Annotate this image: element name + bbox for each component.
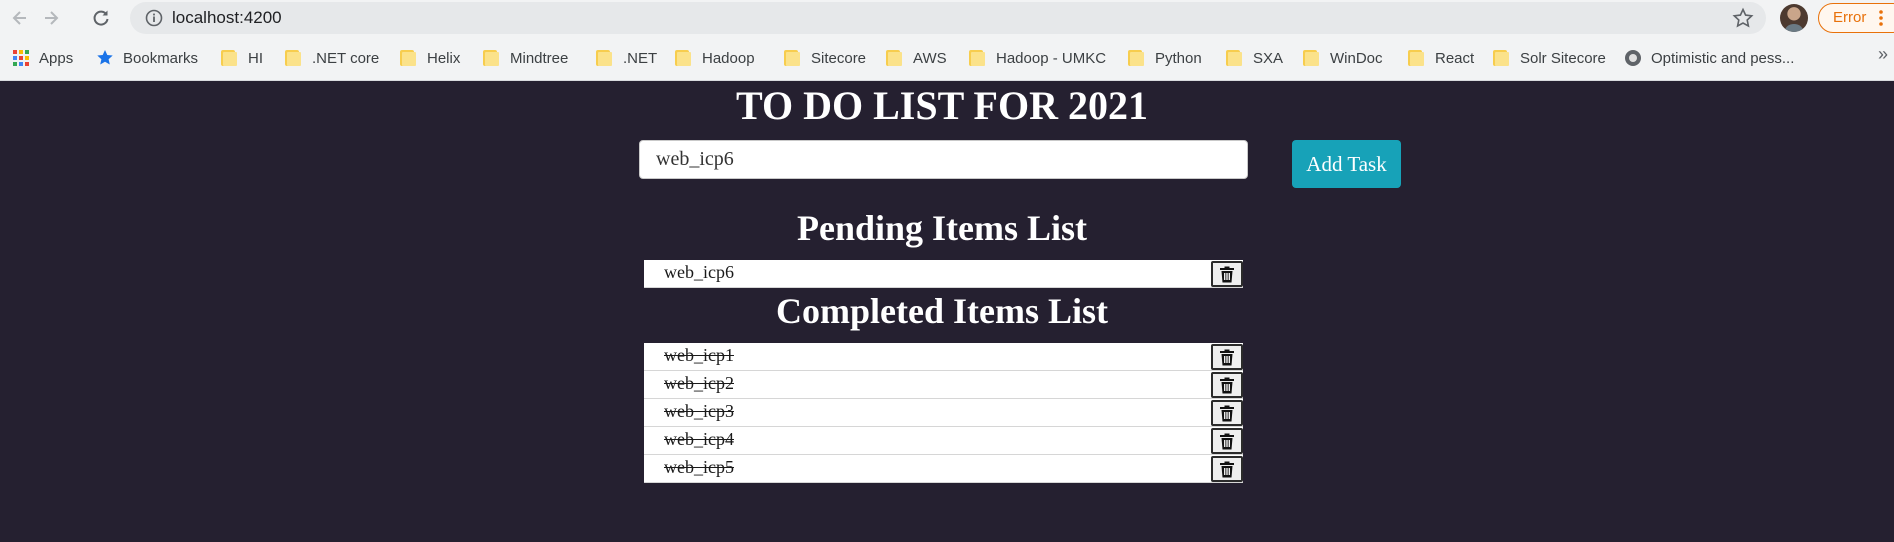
bookmark-label: HI xyxy=(248,49,263,67)
folder-icon xyxy=(221,49,239,67)
trash-icon xyxy=(1220,461,1234,477)
profile-avatar[interactable] xyxy=(1780,4,1808,32)
info-icon[interactable] xyxy=(144,8,164,28)
reload-icon xyxy=(93,10,109,26)
bookmark-label: .NET core xyxy=(312,49,380,67)
bookmark-label: Sitecore xyxy=(811,49,867,67)
completed-item[interactable]: web_icp2 xyxy=(644,371,1243,399)
add-task-button[interactable]: Add Task xyxy=(1292,140,1401,188)
bookmark-label: WinDoc xyxy=(1330,49,1383,67)
folder-icon xyxy=(596,49,614,67)
bookmark-label: Hadoop xyxy=(702,49,755,67)
folder-icon xyxy=(1303,49,1321,67)
star-icon xyxy=(97,50,113,65)
pending-list-title: Pending Items List xyxy=(796,208,1088,248)
more-bookmarks-chevron-icon[interactable]: » xyxy=(1878,44,1888,65)
bookmark-folder-net[interactable]: .NET xyxy=(596,46,657,70)
error-button[interactable]: Error xyxy=(1818,3,1894,33)
delete-button[interactable] xyxy=(1211,456,1243,482)
pending-list: web_icp6 xyxy=(644,260,1243,288)
folder-icon xyxy=(675,49,693,67)
arrow-right-icon xyxy=(45,11,59,25)
bookmark-label: Apps xyxy=(39,49,74,67)
bookmark-label: Optimistic and pess... xyxy=(1651,49,1795,67)
bookmark-label: Helix xyxy=(427,49,461,67)
bookmark-label: Bookmarks xyxy=(123,49,199,67)
bookmark-label: React xyxy=(1435,49,1475,67)
delete-button[interactable] xyxy=(1211,428,1243,454)
browser-toolbar: localhost:4200 Error xyxy=(0,0,1894,36)
apps-grid-icon xyxy=(13,50,29,66)
folder-icon xyxy=(1493,49,1511,67)
bookmark-label: SXA xyxy=(1253,49,1284,67)
reload-button[interactable] xyxy=(87,4,115,32)
bookmark-folder-sitecore[interactable]: Sitecore xyxy=(784,46,866,70)
completed-item[interactable]: web_icp3 xyxy=(644,399,1243,427)
bookmark-folder-solr-sitecore[interactable]: Solr Sitecore xyxy=(1493,46,1606,70)
bookmark-folder-mindtree[interactable]: Mindtree xyxy=(483,46,568,70)
bookmark-folder-helix[interactable]: Helix xyxy=(400,46,460,70)
bookmark-folder-react[interactable]: React xyxy=(1408,46,1474,70)
bookmark-folder-net-core[interactable]: .NET core xyxy=(285,46,379,70)
bookmark-star-icon[interactable] xyxy=(1732,7,1754,29)
address-bar[interactable]: localhost:4200 xyxy=(130,2,1766,34)
forward-button[interactable] xyxy=(37,4,65,32)
completed-item[interactable]: web_icp5 xyxy=(644,455,1243,483)
folder-icon xyxy=(285,49,303,67)
bookmark-folder-python[interactable]: Python xyxy=(1128,46,1202,70)
completed-item[interactable]: web_icp1 xyxy=(644,343,1243,371)
trash-icon xyxy=(1220,377,1234,393)
task-text: web_icp5 xyxy=(664,457,734,477)
menu-dots-icon xyxy=(1879,10,1883,26)
bookmark-folder-aws[interactable]: AWS xyxy=(886,46,947,70)
bookmark-label: Hadoop - UMKC xyxy=(996,49,1107,67)
bookmark-apps[interactable]: Apps xyxy=(12,46,73,70)
bookmark-label: Mindtree xyxy=(510,49,569,67)
bookmark-label: Python xyxy=(1155,49,1202,67)
folder-icon xyxy=(1226,49,1244,67)
task-text: web_icp6 xyxy=(664,262,734,282)
trash-icon xyxy=(1220,405,1234,421)
folder-icon xyxy=(483,49,501,67)
back-button[interactable] xyxy=(6,4,34,32)
trash-icon xyxy=(1220,266,1234,282)
folder-icon xyxy=(1128,49,1146,67)
bookmark-folder-hadoop[interactable]: Hadoop xyxy=(675,46,755,70)
arrow-left-icon xyxy=(12,11,26,25)
page-title: TO DO LIST FOR 2021 xyxy=(736,83,1148,128)
bookmark-bookmarks[interactable]: Bookmarks xyxy=(96,46,198,70)
folder-icon xyxy=(400,49,418,67)
bookmark-folder-windoc[interactable]: WinDoc xyxy=(1303,46,1383,70)
delete-button[interactable] xyxy=(1211,344,1243,370)
task-input[interactable] xyxy=(639,140,1248,179)
globe-icon xyxy=(1625,50,1641,66)
task-text: web_icp2 xyxy=(664,373,734,393)
folder-icon xyxy=(1408,49,1426,67)
completed-item[interactable]: web_icp4 xyxy=(644,427,1243,455)
pending-item[interactable]: web_icp6 xyxy=(644,260,1243,288)
error-label: Error xyxy=(1833,9,1867,26)
task-text: web_icp3 xyxy=(664,401,734,421)
folder-icon xyxy=(784,49,802,67)
bookmark-folder-hi[interactable]: HI xyxy=(221,46,263,70)
bookmark-folder-hadoop-umkc[interactable]: Hadoop - UMKC xyxy=(969,46,1106,70)
delete-button[interactable] xyxy=(1211,400,1243,426)
completed-list-title: Completed Items List xyxy=(776,291,1108,331)
delete-button[interactable] xyxy=(1211,372,1243,398)
url-text: localhost:4200 xyxy=(172,8,282,27)
trash-icon xyxy=(1220,433,1234,449)
trash-icon xyxy=(1220,349,1234,365)
bookmark-label: Solr Sitecore xyxy=(1520,49,1606,67)
bookmark-label: .NET xyxy=(623,49,658,67)
bookmark-folder-sxa[interactable]: SXA xyxy=(1226,46,1283,70)
bookmark-label: AWS xyxy=(913,49,947,67)
folder-icon xyxy=(886,49,904,67)
task-text: web_icp4 xyxy=(664,429,734,449)
folder-icon xyxy=(969,49,987,67)
bookmarks-bar: Apps Bookmarks HI .NET core Helix Mindtr… xyxy=(0,36,1894,81)
task-text: web_icp1 xyxy=(664,345,734,365)
delete-button[interactable] xyxy=(1211,261,1243,287)
completed-list: web_icp1 web_icp2 web_icp3 web_icp4 web_… xyxy=(644,343,1243,483)
bookmark-optimistic[interactable]: Optimistic and pess... xyxy=(1624,46,1794,70)
